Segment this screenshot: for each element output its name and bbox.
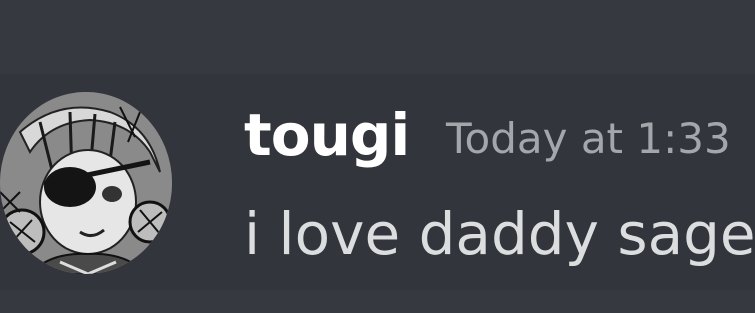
avatar[interactable] xyxy=(0,92,172,274)
chat-background-bottom xyxy=(0,290,755,313)
chat-background-top xyxy=(0,0,755,74)
timestamp[interactable]: Today at 1:33 xyxy=(446,114,731,164)
avatar-image xyxy=(0,92,172,274)
username[interactable]: tougi xyxy=(244,100,410,170)
message-text: i love daddy sage xyxy=(244,200,755,268)
